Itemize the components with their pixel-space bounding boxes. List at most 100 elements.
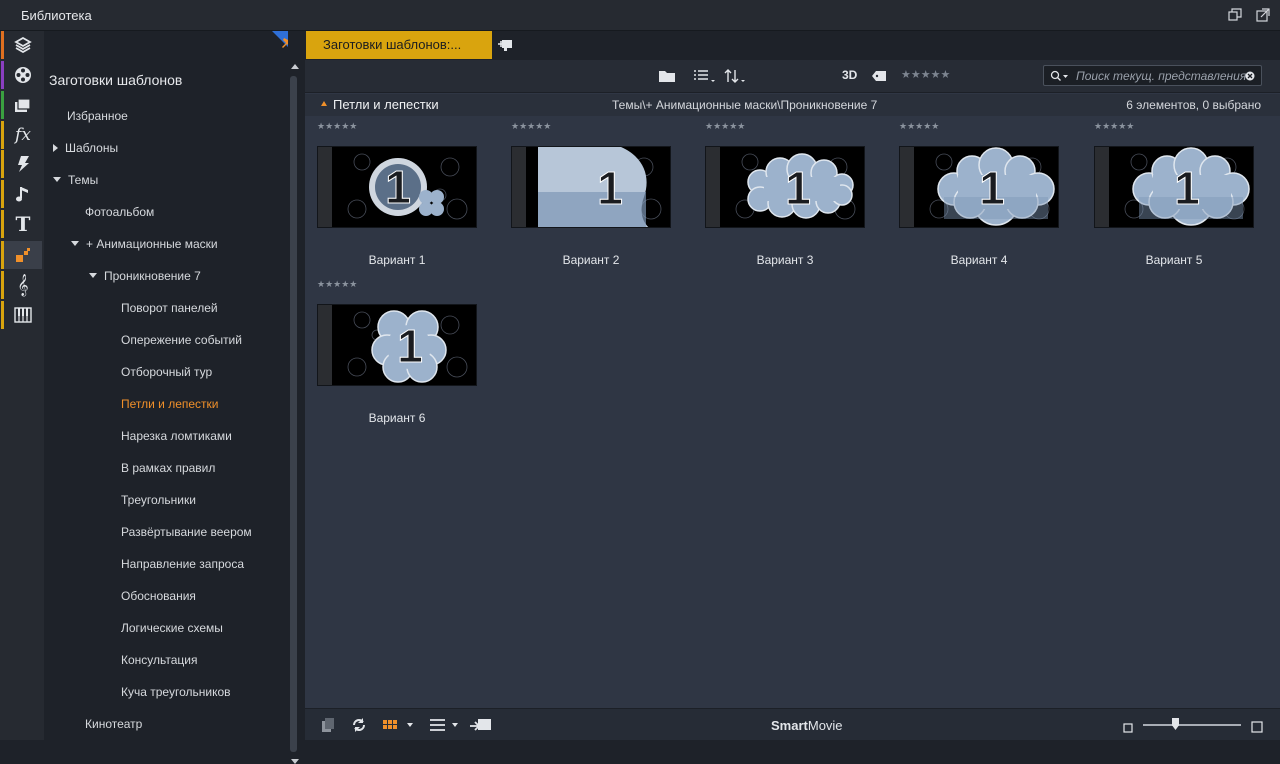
template-item[interactable]: ★★★★★ 1 Вариант 5 <box>1094 121 1254 267</box>
tree-item-5[interactable]: Проникновение 7 <box>89 268 201 284</box>
expand-icon[interactable] <box>53 143 58 152</box>
title-bar: Библиотека <box>0 0 1280 31</box>
template-thumbnail[interactable]: 1 <box>511 146 671 228</box>
film-strip <box>318 305 332 385</box>
project-bin-icon[interactable] <box>1 31 42 59</box>
thumbnail-art: 1 <box>332 305 476 385</box>
tree-item-13[interactable]: Развёртывание веером <box>121 524 252 540</box>
tree-item-4[interactable]: + Анимационные маски <box>71 236 218 252</box>
svg-text:1: 1 <box>785 162 811 214</box>
thumb-size-slider[interactable] <box>1143 724 1241 726</box>
copy-icon[interactable] <box>320 717 336 733</box>
tree-item-3[interactable]: Фотоальбом <box>85 204 154 220</box>
template-thumbnail[interactable]: 1 <box>705 146 865 228</box>
3d-toggle[interactable]: 3D <box>842 68 857 82</box>
scroll-up-icon[interactable] <box>291 64 299 69</box>
add-tab-icon[interactable] <box>497 38 513 52</box>
tree-item-18[interactable]: Куча треугольников <box>121 684 231 700</box>
collapse-icon[interactable] <box>321 101 327 106</box>
browser-toolbar: 3D ★★★★★ Поиск текущ. представления <box>305 60 1280 93</box>
template-thumbnail[interactable]: 1 <box>317 304 477 386</box>
refresh-icon[interactable] <box>351 717 367 733</box>
tag-icon[interactable] <box>871 69 887 83</box>
template-thumbnail[interactable]: 1 <box>317 146 477 228</box>
tree-item-0[interactable]: Избранное <box>67 108 128 124</box>
montage-icon[interactable] <box>1 241 42 269</box>
tree-item-12[interactable]: Треугольники <box>121 492 196 508</box>
window-title: Библиотека <box>21 8 92 23</box>
tree-item-15[interactable]: Обоснования <box>121 588 196 604</box>
tab-templates[interactable]: Заготовки шаблонов:... <box>306 31 492 59</box>
list-view-icon[interactable] <box>693 69 717 83</box>
category-color-stripe <box>1 91 4 119</box>
tree-item-19[interactable]: Кинотеатр <box>85 716 142 732</box>
tree-item-14[interactable]: Направление запроса <box>121 556 244 572</box>
brand-rest: Movie <box>807 718 843 733</box>
tree-scrollbar[interactable] <box>288 31 304 764</box>
smartmovie-button[interactable]: SmartMovie <box>771 718 843 733</box>
tree-item-7[interactable]: Опережение событий <box>121 332 242 348</box>
sort-icon[interactable] <box>724 69 748 83</box>
slider-knob[interactable] <box>1172 718 1179 730</box>
tree-item-11[interactable]: В рамках правил <box>121 460 215 476</box>
title-icon[interactable]: T <box>1 210 42 238</box>
large-thumb-icon[interactable] <box>1251 719 1263 735</box>
template-item[interactable]: ★★★★★ 1 Вариант 3 <box>705 121 865 267</box>
rating-filter[interactable]: ★★★★★ <box>901 68 950 82</box>
detach-icon[interactable] <box>1256 8 1270 22</box>
item-rating[interactable]: ★★★★★ <box>511 121 551 131</box>
template-item[interactable]: ★★★★★ 1 Вариант 2 <box>511 121 671 267</box>
restore-icon[interactable] <box>1228 8 1242 22</box>
grid-view-icon[interactable] <box>382 717 414 733</box>
tree-item-10[interactable]: Нарезка ломтиками <box>121 428 232 444</box>
template-thumbnail[interactable]: 1 <box>1094 146 1254 228</box>
template-item[interactable]: ★★★★★ 1 Вариант 4 <box>899 121 1059 267</box>
collapse-icon[interactable] <box>89 273 97 279</box>
film-reel-icon[interactable] <box>1 61 42 89</box>
template-thumbnail[interactable]: 1 <box>899 146 1059 228</box>
tree-item-8[interactable]: Отборочный тур <box>121 364 212 380</box>
piano-icon[interactable] <box>1 301 42 329</box>
tab-row: Заготовки шаблонов:... <box>305 31 1280 60</box>
photos-icon[interactable] <box>1 91 42 119</box>
tree-item-9[interactable]: Петли и лепестки <box>121 396 219 412</box>
item-rating[interactable]: ★★★★★ <box>705 121 745 131</box>
library-categories-bar: fx T 𝄞 <box>0 31 44 740</box>
collapse-icon[interactable] <box>71 241 79 247</box>
tree-item-17[interactable]: Консультация <box>121 652 197 668</box>
search-icon[interactable] <box>1050 70 1070 82</box>
collapse-icon[interactable] <box>53 177 61 183</box>
tree-item-label: Развёртывание веером <box>121 525 252 539</box>
template-item[interactable]: ★★★★★ 1 Вариант 6 <box>317 279 477 425</box>
item-rating[interactable]: ★★★★★ <box>317 279 357 289</box>
template-item[interactable]: ★★★★★ 1 Вариант 1 <box>317 121 477 267</box>
search-box[interactable]: Поиск текущ. представления <box>1043 65 1262 86</box>
import-icon[interactable] <box>469 717 493 733</box>
tree-item-label: + Анимационные маски <box>86 237 218 251</box>
scroll-down-icon[interactable] <box>291 759 299 764</box>
small-thumb-icon[interactable] <box>1123 720 1133 736</box>
tree-item-16[interactable]: Логические схемы <box>121 620 223 636</box>
item-rating[interactable]: ★★★★★ <box>1094 121 1134 131</box>
item-rating[interactable]: ★★★★★ <box>317 121 357 131</box>
tree-item-label: Куча треугольников <box>121 685 231 699</box>
folder-icon[interactable] <box>658 69 676 83</box>
music-icon[interactable] <box>1 180 42 208</box>
thumbnail-art: 1 <box>720 147 864 227</box>
clear-search-icon[interactable] <box>1245 71 1255 81</box>
tree-item-6[interactable]: Поворот панелей <box>121 300 218 316</box>
tree-item-2[interactable]: Темы <box>53 172 98 188</box>
scroll-thumb[interactable] <box>290 76 297 752</box>
category-color-stripe <box>1 31 4 59</box>
tree-item-label: Опережение событий <box>121 333 242 347</box>
details-view-icon[interactable] <box>428 717 462 733</box>
tree-item-1[interactable]: Шаблоны <box>53 140 118 156</box>
path-bar: Петли и лепестки Темы\+ Анимационные мас… <box>305 94 1280 116</box>
tree-item-label: Шаблоны <box>65 141 119 155</box>
item-rating[interactable]: ★★★★★ <box>899 121 939 131</box>
search-input[interactable]: Поиск текущ. представления <box>1076 69 1246 83</box>
transitions-icon[interactable] <box>1 150 42 178</box>
category-color-stripe <box>1 271 4 299</box>
fx-icon[interactable]: fx <box>1 121 42 149</box>
score-icon[interactable]: 𝄞 <box>1 271 42 299</box>
